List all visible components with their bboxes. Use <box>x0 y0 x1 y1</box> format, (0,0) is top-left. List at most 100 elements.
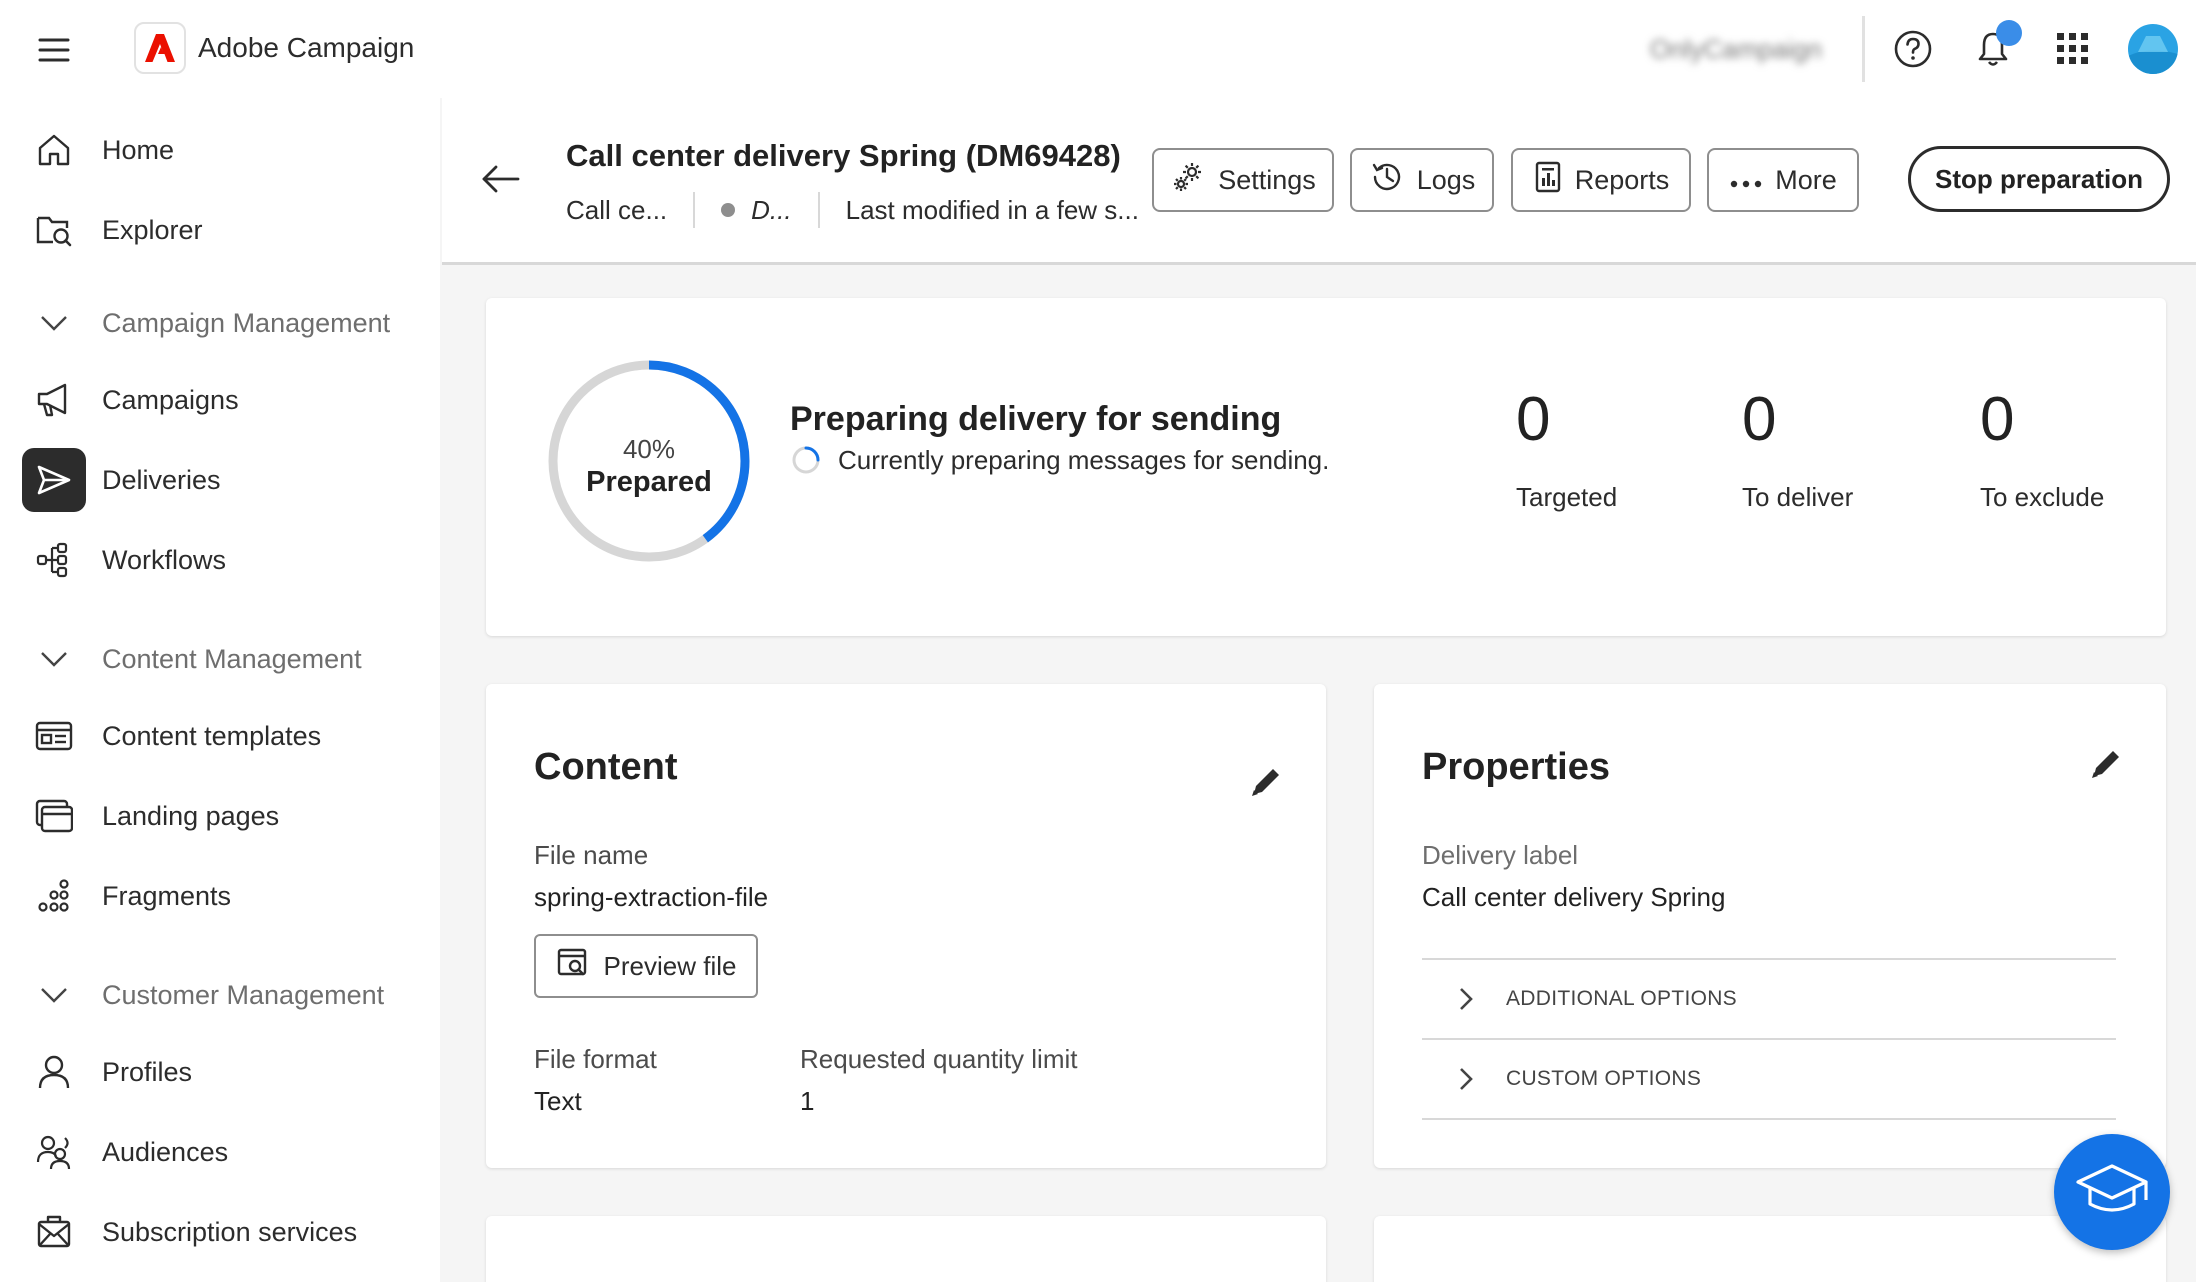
delivery-label-label: Delivery label <box>1422 840 1579 870</box>
workflow-icon <box>22 528 86 592</box>
send-icon <box>22 448 86 512</box>
preview-file-label: Preview file <box>603 950 737 981</box>
template-icon <box>22 704 86 768</box>
edit-properties-icon[interactable] <box>2086 744 2126 784</box>
org-switcher[interactable]: OnlyCampaign <box>1650 34 1822 65</box>
status-dot <box>721 203 736 217</box>
sidebar-item-label: Home <box>102 134 175 165</box>
landing-page-icon <box>22 784 86 848</box>
gear-icon <box>1170 159 1206 202</box>
report-icon <box>1533 160 1563 201</box>
stat-targeted-label: Targeted <box>1516 482 1618 512</box>
stat-to-deliver-label: To deliver <box>1742 482 1854 512</box>
properties-title: Properties <box>1422 746 1610 788</box>
app-grid-icon[interactable] <box>2050 26 2096 72</box>
more-button[interactable]: More <box>1707 148 1859 212</box>
megaphone-icon <box>22 368 86 432</box>
edit-content-icon[interactable] <box>1246 762 1286 802</box>
sidebar-item-content-templates[interactable]: Content templates <box>22 704 422 768</box>
subscription-icon <box>22 1200 86 1264</box>
sidebar-item-label: Content templates <box>102 720 322 751</box>
meta-divider <box>817 192 820 228</box>
reports-button[interactable]: Reports <box>1511 148 1691 212</box>
adobe-logo-icon[interactable] <box>134 22 186 74</box>
help-icon[interactable] <box>1890 26 1936 72</box>
sidebar-item-workflows[interactable]: Workflows <box>22 528 422 592</box>
content-card: Content File name spring-extraction-file… <box>486 684 1326 1168</box>
sidebar-item-explorer[interactable]: Explorer <box>22 198 422 262</box>
folder-search-icon <box>22 198 86 262</box>
chevron-right-icon <box>1446 1059 1486 1099</box>
chevron-down-icon <box>30 299 78 347</box>
sidebar-item-label: Audiences <box>102 1136 229 1167</box>
section-customer-management[interactable]: Customer Management <box>30 970 430 1020</box>
stat-to-exclude-label: To exclude <box>1980 482 2105 512</box>
sidebar-item-label: Profiles <box>102 1056 193 1087</box>
spinner-icon <box>792 446 820 474</box>
history-icon <box>1369 159 1405 202</box>
meta-status: D... <box>751 194 792 225</box>
status-subtitle: Currently preparing messages for sending… <box>790 442 1329 478</box>
fragments-icon <box>22 864 86 928</box>
sidebar-item-fragments[interactable]: Fragments <box>22 864 422 928</box>
logs-button[interactable]: Logs <box>1350 148 1494 212</box>
sidebar-item-label: Subscription services <box>102 1216 358 1247</box>
file-name-label: File name <box>534 840 649 870</box>
app-name[interactable]: Adobe Campaign <box>198 32 414 64</box>
notification-badge <box>1996 20 2022 46</box>
avatar[interactable] <box>2128 24 2178 74</box>
learning-hub-button[interactable] <box>2054 1134 2170 1250</box>
chevron-down-icon <box>30 971 78 1019</box>
sidebar-item-audiences[interactable]: Audiences <box>22 1120 422 1184</box>
sidebar: Home Explorer Campaign Management Campai… <box>0 98 440 1282</box>
more-icon <box>1729 165 1763 196</box>
content-title: Content <box>534 746 678 788</box>
reports-label: Reports <box>1574 164 1670 195</box>
stop-preparation-button[interactable]: Stop preparation <box>1908 146 2170 212</box>
page-title: Call center delivery Spring (DM69428) <box>566 138 1121 173</box>
status-title: Preparing delivery for sending <box>790 400 1282 438</box>
sidebar-item-profiles[interactable]: Profiles <box>22 1040 422 1104</box>
sidebar-item-label: Deliveries <box>102 464 221 495</box>
topbar-divider <box>1862 16 1865 82</box>
additional-options-accordion[interactable]: ADDITIONAL OPTIONS <box>1422 960 2116 1038</box>
logs-label: Logs <box>1416 164 1476 195</box>
next-card-left <box>486 1216 1326 1282</box>
divider <box>1422 1118 2116 1120</box>
progress-percent: 40% <box>622 434 676 464</box>
stat-targeted-value: 0 <box>1516 385 1551 454</box>
sidebar-item-label: Workflows <box>102 544 227 575</box>
quantity-limit-label: Requested quantity limit <box>800 1044 1078 1074</box>
home-icon <box>22 118 86 182</box>
stat-to-deliver-value: 0 <box>1742 385 1777 454</box>
section-content-management[interactable]: Content Management <box>30 634 430 684</box>
chevron-right-icon <box>1446 979 1486 1019</box>
sidebar-item-subscription-services[interactable]: Subscription services <box>22 1200 422 1264</box>
sidebar-item-home[interactable]: Home <box>22 118 422 182</box>
file-name-value: spring-extraction-file <box>534 882 769 912</box>
section-label: Content Management <box>102 643 362 674</box>
graduation-cap-icon <box>2074 1160 2150 1225</box>
delivery-meta: Call ce... D... Last modified in a few s… <box>566 192 1139 228</box>
additional-options-label: ADDITIONAL OPTIONS <box>1506 987 1737 1010</box>
back-arrow-icon[interactable] <box>478 156 524 202</box>
settings-button[interactable]: Settings <box>1152 148 1334 212</box>
sidebar-item-campaigns[interactable]: Campaigns <box>22 368 422 432</box>
file-format-label: File format <box>534 1044 657 1074</box>
more-label: More <box>1775 164 1837 195</box>
preparation-status-card: 40% Prepared Preparing delivery for send… <box>486 298 2166 636</box>
sidebar-item-deliveries[interactable]: Deliveries <box>22 448 422 512</box>
audiences-icon <box>22 1120 86 1184</box>
preview-file-button[interactable]: Preview file <box>534 934 758 998</box>
chevron-down-icon <box>30 635 78 683</box>
custom-options-accordion[interactable]: CUSTOM OPTIONS <box>1422 1040 2116 1118</box>
sidebar-item-landing-pages[interactable]: Landing pages <box>22 784 422 848</box>
sidebar-item-label: Fragments <box>102 880 232 911</box>
menu-icon[interactable] <box>34 30 74 70</box>
properties-card: Properties Delivery label Call center de… <box>1374 684 2166 1168</box>
delivery-label-value: Call center delivery Spring <box>1422 882 1726 912</box>
user-icon <box>22 1040 86 1104</box>
file-format-value: Text <box>534 1086 582 1116</box>
section-campaign-management[interactable]: Campaign Management <box>30 298 430 348</box>
meta-modified: Last modified in a few s... <box>845 194 1139 225</box>
